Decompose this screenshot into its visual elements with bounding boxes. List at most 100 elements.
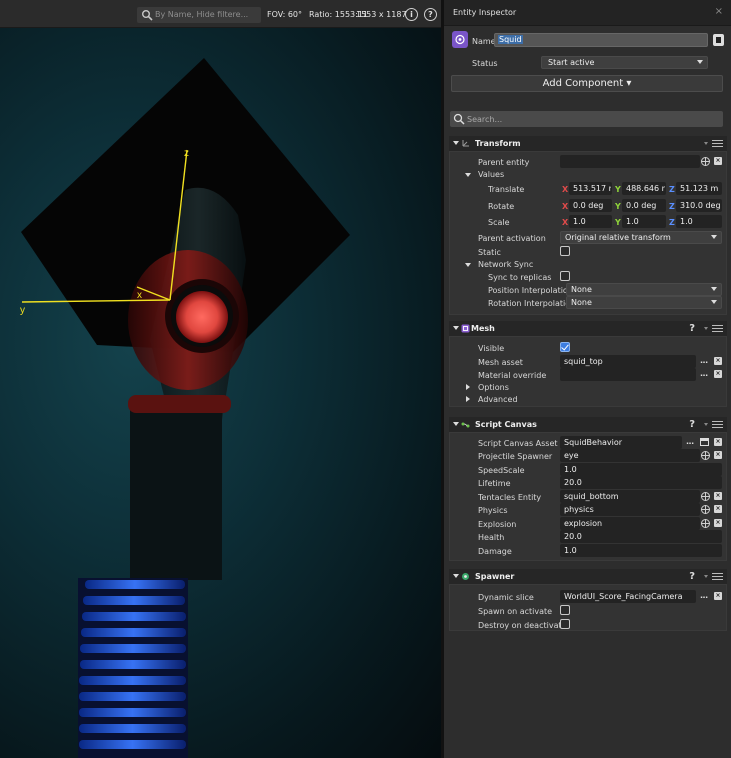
clear-icon[interactable]: × — [714, 492, 722, 500]
fov-readout[interactable]: FOV: 60° — [267, 10, 302, 19]
viewport[interactable]: y z x By Name, Hide filtere... FOV: 60° … — [0, 0, 441, 758]
rotation-interpolation-dropdown[interactable]: None — [566, 296, 722, 309]
scale-z-field[interactable]: 1.0 — [676, 215, 722, 228]
entity-name-field[interactable]: Squid — [494, 33, 708, 47]
rotate-x-field[interactable]: 0.0 deg — [569, 199, 612, 212]
sync-to-replicas-checkbox[interactable] — [560, 271, 570, 281]
translate-z-field[interactable]: 51.123 m — [676, 182, 722, 195]
mesh-asset-field[interactable]: squid_top — [560, 355, 696, 368]
advanced-expand-icon[interactable] — [466, 396, 470, 402]
axis-x-label: X — [562, 202, 569, 211]
spawn-on-activate-checkbox[interactable] — [560, 605, 570, 615]
tentacles-entity-field[interactable]: squid_bottom — [560, 490, 700, 503]
axis-y-label: Y — [615, 218, 621, 227]
help-icon[interactable]: ? — [689, 569, 695, 584]
script-canvas-asset-field[interactable]: SquidBehavior — [560, 436, 682, 449]
clear-icon[interactable]: × — [714, 438, 722, 446]
help-icon[interactable]: ? — [689, 321, 695, 336]
static-checkbox[interactable] — [560, 246, 570, 256]
chevron-down-icon — [711, 300, 717, 304]
hamburger-menu-icon[interactable] — [712, 140, 723, 147]
menu-caret-icon[interactable] — [704, 423, 708, 426]
health-value: 20.0 — [564, 532, 582, 541]
position-interpolation-dropdown[interactable]: None — [566, 283, 722, 296]
pin-icon[interactable] — [713, 34, 724, 46]
script-canvas-header[interactable]: Script Canvas ? — [449, 417, 727, 432]
dynamic-slice-field[interactable]: WorldUI_Score_FacingCamera — [560, 590, 696, 603]
physics-value: physics — [564, 505, 594, 514]
collapse-arrow-icon[interactable] — [453, 422, 459, 426]
clear-icon[interactable]: × — [714, 357, 722, 365]
explosion-field[interactable]: explosion — [560, 517, 700, 530]
help-icon[interactable]: ? — [689, 417, 695, 432]
open-editor-icon[interactable] — [700, 438, 709, 446]
hamburger-menu-icon[interactable] — [712, 573, 723, 580]
status-dropdown[interactable]: Start active — [541, 56, 708, 69]
parent-activation-dropdown[interactable]: Original relative transform — [560, 231, 722, 244]
clear-icon[interactable]: × — [714, 592, 722, 600]
squid-red-band — [128, 395, 231, 413]
clear-icon[interactable]: × — [714, 157, 722, 165]
projectile-spawner-field[interactable]: eye — [560, 449, 700, 462]
values-expand-icon[interactable] — [465, 173, 471, 177]
translate-x-field[interactable]: 513.517 m — [569, 182, 612, 195]
help-icon[interactable]: ? — [424, 8, 437, 21]
scale-y-value: 1.0 — [626, 217, 639, 226]
status-value: Start active — [548, 58, 595, 67]
speedscale-field[interactable]: 1.0 — [560, 463, 722, 476]
damage-value: 1.0 — [564, 546, 577, 555]
browse-button[interactable]: ... — [700, 591, 708, 600]
physics-field[interactable]: physics — [560, 503, 700, 516]
component-search-input[interactable]: Search... — [450, 111, 723, 127]
scale-x-field[interactable]: 1.0 — [569, 215, 612, 228]
clear-icon[interactable]: × — [714, 519, 722, 527]
clear-icon[interactable]: × — [714, 451, 722, 459]
options-expand-icon[interactable] — [466, 384, 470, 390]
spawner-body: Dynamic slice WorldUI_Score_FacingCamera… — [449, 584, 727, 631]
search-icon — [453, 113, 465, 125]
visible-checkbox[interactable] — [560, 342, 570, 352]
scene-render[interactable]: y z x — [0, 28, 441, 758]
rotate-z-field[interactable]: 310.0 deg — [676, 199, 722, 212]
material-override-field[interactable] — [560, 368, 696, 381]
browse-button[interactable]: ... — [686, 437, 694, 446]
clear-icon[interactable]: × — [714, 505, 722, 513]
target-picker-icon[interactable] — [701, 519, 710, 528]
menu-caret-icon[interactable] — [704, 142, 708, 145]
rotate-y-field[interactable]: 0.0 deg — [622, 199, 666, 212]
browse-button[interactable]: ... — [700, 356, 708, 365]
lifetime-field[interactable]: 20.0 — [560, 476, 722, 489]
mesh-header[interactable]: Mesh ? — [449, 321, 727, 336]
menu-caret-icon[interactable] — [704, 327, 708, 330]
network-sync-expand-icon[interactable] — [465, 263, 471, 267]
transform-header[interactable]: Transform — [449, 136, 727, 151]
hamburger-menu-icon[interactable] — [712, 325, 723, 332]
entity-name-value: Squid — [498, 35, 523, 44]
collapse-arrow-icon[interactable] — [453, 141, 459, 145]
viewport-search-input[interactable]: By Name, Hide filtere... — [137, 7, 261, 23]
destroy-on-deactivate-checkbox[interactable] — [560, 619, 570, 629]
chevron-down-icon — [711, 287, 717, 291]
browse-button[interactable]: ... — [700, 369, 708, 378]
target-picker-icon[interactable] — [701, 492, 710, 501]
add-component-button[interactable]: Add Component ▾ — [451, 75, 723, 92]
damage-field[interactable]: 1.0 — [560, 544, 722, 557]
target-picker-icon[interactable] — [701, 451, 710, 460]
collapse-arrow-icon[interactable] — [453, 574, 459, 578]
parent-entity-field[interactable] — [560, 155, 700, 168]
info-icon[interactable]: i — [405, 8, 418, 21]
clear-icon[interactable]: × — [714, 370, 722, 378]
hamburger-menu-icon[interactable] — [712, 421, 723, 428]
scale-y-field[interactable]: 1.0 — [622, 215, 666, 228]
mesh-title: Mesh — [471, 324, 495, 333]
health-field[interactable]: 20.0 — [560, 530, 722, 543]
collapse-arrow-icon[interactable] — [453, 326, 459, 330]
resolution-readout[interactable]: 1553 x 1187 — [356, 10, 407, 19]
spawner-header[interactable]: Spawner ? — [449, 569, 727, 584]
close-icon[interactable]: × — [715, 6, 723, 17]
script-canvas-body: Script Canvas Asset SquidBehavior ... × … — [449, 432, 727, 561]
target-picker-icon[interactable] — [701, 157, 710, 166]
menu-caret-icon[interactable] — [704, 575, 708, 578]
translate-y-field[interactable]: 488.646 m — [622, 182, 666, 195]
target-picker-icon[interactable] — [701, 505, 710, 514]
